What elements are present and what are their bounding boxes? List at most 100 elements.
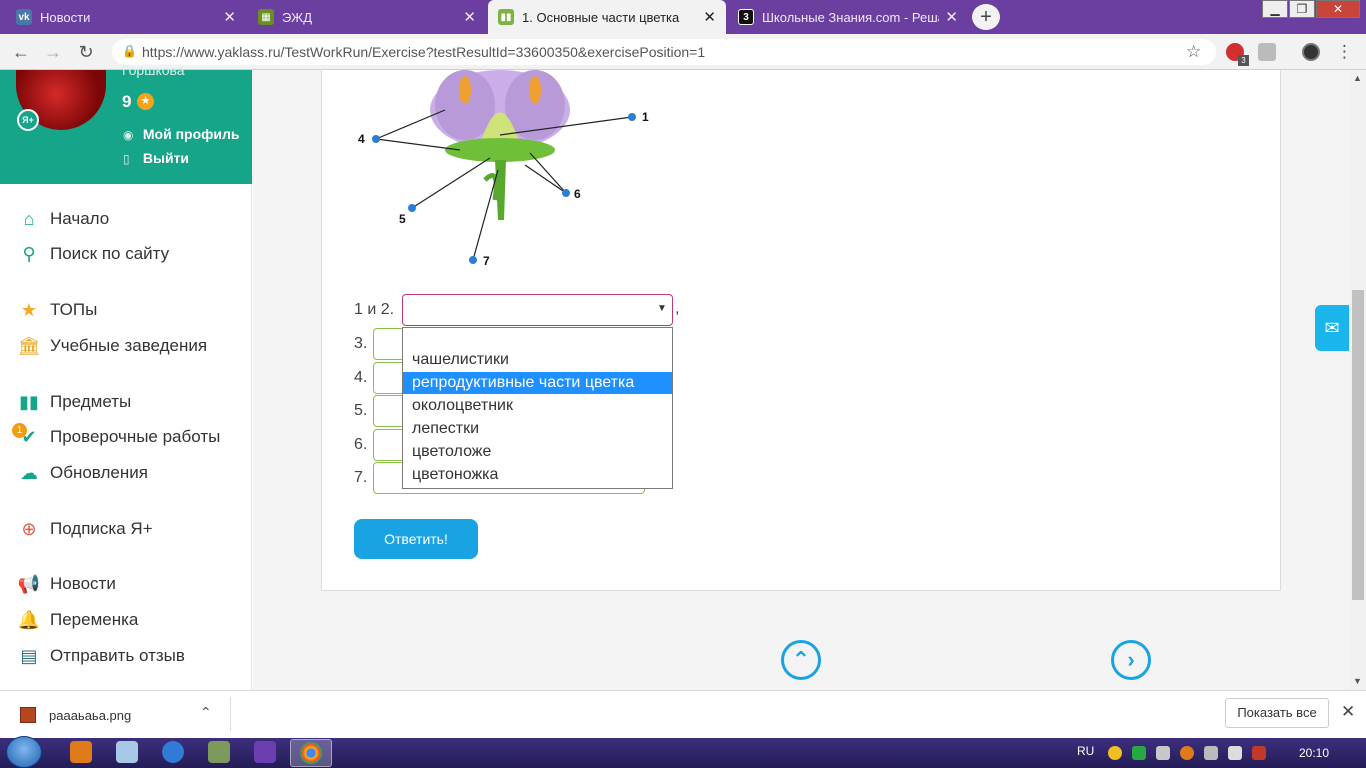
url-text[interactable]: https://www.yaklass.ru/TestWorkRun/Exerc…: [142, 44, 705, 60]
tab-title: ЭЖД: [282, 9, 312, 25]
security-tray-icon[interactable]: [1156, 746, 1170, 760]
back-icon[interactable]: ←: [10, 42, 32, 62]
points-star-icon: ★: [137, 93, 154, 110]
network-icon[interactable]: [1204, 746, 1218, 760]
sidebar-item-label: Начало: [50, 209, 110, 228]
row-label: 7.: [354, 469, 368, 486]
row-label: 4.: [354, 369, 368, 386]
extension-icon[interactable]: [1258, 43, 1276, 61]
ext-badge: 3: [1238, 55, 1249, 66]
sidebar-item-updates[interactable]: ☁ Обновления: [16, 462, 148, 484]
chevron-up-icon[interactable]: ⌃: [200, 704, 212, 721]
start-button[interactable]: [6, 736, 42, 768]
books-icon: ▮▮: [19, 391, 39, 412]
row-label: 1 и 2.: [354, 301, 395, 318]
download-file-name[interactable]: раааьаьа.png: [49, 708, 131, 723]
sidebar-item-label: Новости: [50, 574, 116, 593]
points-count: 9: [122, 92, 132, 111]
sidebar-item-label: Переменка: [50, 610, 139, 629]
show-all-downloads-button[interactable]: Показать все: [1225, 698, 1329, 728]
dropdown-option-highlighted[interactable]: репродуктивные части цветка: [403, 372, 672, 394]
logout-icon: ▯: [123, 152, 130, 166]
settings-tray-icon[interactable]: [1180, 746, 1194, 760]
scrollbar-thumb[interactable]: [1352, 290, 1364, 600]
close-icon[interactable]: ✕: [1341, 702, 1355, 722]
new-tab-button[interactable]: +: [972, 4, 1000, 30]
sidebar-item-subjects[interactable]: ▮▮ Предметы: [16, 391, 131, 413]
tab-news[interactable]: vk Новости ✕: [6, 0, 246, 34]
star-icon: ★: [20, 299, 38, 320]
logout-link[interactable]: ▯ Выйти: [123, 150, 189, 166]
close-tab-icon[interactable]: ✕: [463, 8, 476, 26]
close-tab-icon[interactable]: ✕: [945, 8, 958, 26]
sidebar-item-label: Обновления: [50, 463, 148, 482]
download-tray-icon[interactable]: [1132, 746, 1146, 760]
reload-icon[interactable]: ↻: [75, 42, 97, 62]
dropdown-option[interactable]: лепестки: [403, 418, 672, 440]
dropdown-option[interactable]: цветоножка: [403, 464, 672, 486]
sidebar-item-tops[interactable]: ★ ТОПы: [16, 299, 97, 321]
dropdown-arrow-icon[interactable]: ▼: [657, 303, 667, 314]
tab-flower-parts[interactable]: ▮▮ 1. Основные части цветка ✕: [488, 0, 726, 34]
internet-explorer-icon[interactable]: [162, 741, 184, 763]
forward-icon[interactable]: →: [42, 42, 64, 62]
window-close-icon[interactable]: ✕: [1316, 0, 1360, 18]
sidebar-item-label: Поиск по сайту: [50, 244, 170, 263]
profile-avatar-icon[interactable]: [1302, 43, 1320, 61]
submit-answer-button[interactable]: Ответить!: [354, 519, 478, 559]
bell-icon: 🔔: [17, 609, 41, 630]
sidebar-item-news[interactable]: 📢 Новости: [16, 573, 116, 595]
document-icon: ▦: [258, 9, 274, 25]
notification-tray-icon[interactable]: [1252, 746, 1266, 760]
scroll-up-arrow-icon[interactable]: ▲: [1353, 73, 1362, 83]
sidebar-item-break[interactable]: 🔔 Переменка: [16, 609, 139, 631]
tab-znanija[interactable]: 3 Школьные Знания.com - Решае ✕: [728, 0, 968, 34]
dropdown-option[interactable]: чашелистики: [403, 349, 672, 371]
flower-diagram: 1 4 5 6 7: [358, 70, 649, 268]
tab-title: Школьные Знания.com - Решае: [762, 9, 940, 25]
sidebar-item-subscription[interactable]: ⊕ Подписка Я+: [16, 518, 152, 540]
close-tab-icon[interactable]: ✕: [703, 8, 716, 26]
clock[interactable]: 20:10: [1299, 746, 1329, 760]
next-exercise-icon[interactable]: ›: [1111, 640, 1151, 680]
lock-icon[interactable]: 🔒: [122, 44, 137, 58]
my-profile-link[interactable]: ◉ Мой профиль: [123, 126, 240, 142]
sidebar-item-label: Отправить отзыв: [50, 646, 185, 665]
visual-studio-icon[interactable]: [254, 741, 276, 763]
tab-title: 1. Основные части цветка: [522, 9, 680, 25]
minimize-icon[interactable]: ▁: [1262, 0, 1288, 18]
language-indicator[interactable]: RU: [1077, 744, 1094, 758]
volume-icon[interactable]: [1228, 746, 1242, 760]
separator-text: ,: [675, 300, 680, 317]
sidebar-item-tests[interactable]: ✔ Проверочные работы: [16, 426, 220, 448]
paint-icon[interactable]: [208, 741, 230, 763]
news-icon: 📢: [17, 573, 41, 594]
tab-ezhd[interactable]: ▦ ЭЖД ✕: [248, 0, 486, 34]
feedback-icon: ▤: [20, 645, 38, 666]
bookmark-star-icon[interactable]: ☆: [1186, 42, 1201, 62]
search-icon: ⚲: [22, 243, 36, 264]
yaklass-icon: ▮▮: [498, 9, 514, 25]
sidebar-item-label: Предметы: [50, 392, 132, 411]
media-player-icon[interactable]: [70, 741, 92, 763]
maximize-icon[interactable]: ❐: [1289, 0, 1315, 18]
answer-select-1-2[interactable]: [402, 294, 673, 326]
scroll-up-icon[interactable]: ⌃: [781, 640, 821, 680]
tray-app-icon[interactable]: [1108, 746, 1122, 760]
user-name: Горшкова: [122, 62, 185, 78]
dropdown-option[interactable]: околоцветник: [403, 395, 672, 417]
diagram-label: 1: [642, 110, 649, 124]
close-tab-icon[interactable]: ✕: [223, 8, 236, 26]
menu-dots-icon[interactable]: ⋮: [1336, 42, 1353, 62]
sidebar-item-search[interactable]: ⚲ Поиск по сайту: [16, 243, 169, 265]
sidebar-item-schools[interactable]: 🏛 Учебные заведения: [16, 335, 208, 357]
scroll-down-arrow-icon[interactable]: ▼: [1353, 676, 1362, 686]
znanija-icon: 3: [738, 9, 754, 25]
feedback-mail-icon[interactable]: ✉: [1315, 305, 1349, 351]
calculator-icon[interactable]: [116, 741, 138, 763]
updates-icon: ☁: [20, 462, 38, 483]
sidebar-item-home[interactable]: ⌂ Начало: [16, 208, 110, 230]
tab-title: Новости: [40, 9, 91, 25]
dropdown-option[interactable]: цветоложе: [403, 441, 672, 463]
sidebar-item-feedback[interactable]: ▤ Отправить отзыв: [16, 645, 185, 667]
